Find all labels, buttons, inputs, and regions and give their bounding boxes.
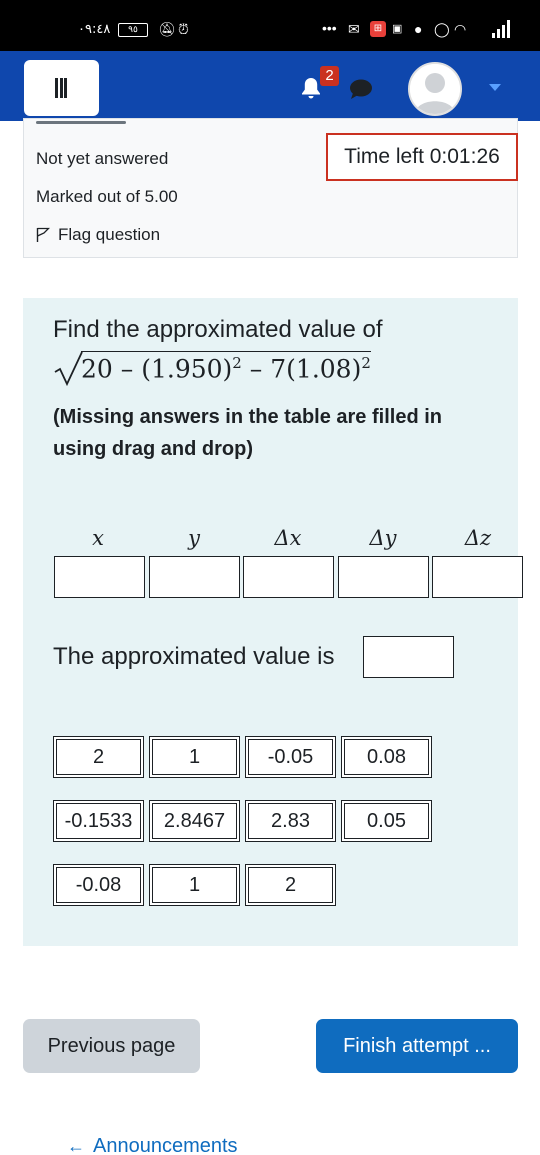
formula-exponent: 2 bbox=[232, 354, 242, 372]
drop-zone-x[interactable] bbox=[54, 556, 145, 598]
formula-term-c: 7(1.08) bbox=[270, 354, 362, 384]
formula-operator: – bbox=[120, 354, 134, 384]
drop-zone-dx[interactable] bbox=[243, 556, 334, 598]
drag-drop-instruction: (Missing answers in the table are filled… bbox=[53, 406, 442, 460]
drag-choice[interactable]: 1 bbox=[149, 736, 240, 778]
flag-question-label: Flag question bbox=[58, 225, 161, 244]
question-prompt: Find the approximated value of bbox=[53, 316, 383, 343]
header-dy: Δy bbox=[369, 526, 397, 550]
drop-zone-dz[interactable] bbox=[432, 556, 523, 598]
finish-attempt-button[interactable]: Finish attempt ... bbox=[316, 1019, 518, 1073]
facebook-icon: ● bbox=[414, 21, 423, 37]
drag-choice[interactable]: 0.08 bbox=[341, 736, 432, 778]
drag-choice[interactable]: 2 bbox=[245, 864, 336, 906]
arrow-left-icon: ← bbox=[67, 1136, 85, 1155]
whatsapp-icon: ◯ bbox=[434, 21, 450, 37]
status-time: ٠٩:٤٨ bbox=[78, 22, 111, 37]
previous-page-button[interactable]: Previous page bbox=[23, 1019, 200, 1073]
avatar[interactable] bbox=[408, 62, 462, 116]
quiz-timer: Time left 0:01:26 bbox=[326, 133, 518, 181]
top-navbar: 2 bbox=[0, 51, 540, 121]
user-icon bbox=[410, 64, 460, 114]
notification-badge: 2 bbox=[320, 66, 339, 86]
photo-icon: ▣ bbox=[392, 23, 403, 35]
flag-question-link[interactable]: Flag question bbox=[36, 225, 160, 245]
approx-label: The approximated value is bbox=[53, 643, 335, 670]
formula-expression: 20 – (1.950)2 – 7(1.08)2 bbox=[81, 351, 371, 383]
menu-icon bbox=[55, 78, 67, 98]
drag-choice[interactable]: -0.08 bbox=[53, 864, 144, 906]
drag-choice[interactable]: 2.83 bbox=[245, 800, 336, 842]
question-marks: Marked out of 5.00 bbox=[36, 187, 178, 206]
drag-choice[interactable]: 2.8467 bbox=[149, 800, 240, 842]
status-bar: ٠٩:٤٨ ٩٥ 🔕︎ ⏰︎ ••• ✉︎ ⊞ ▣ ● ◯ ◠ bbox=[0, 0, 540, 51]
formula-exponent: 2 bbox=[361, 354, 371, 372]
question-content: Find the approximated value of 20 – (1.9… bbox=[23, 298, 523, 946]
formula-term-b: (1.950) bbox=[141, 354, 233, 384]
question-number-cut bbox=[36, 119, 146, 127]
menu-button[interactable] bbox=[24, 60, 99, 116]
announcements-label: Announcements bbox=[93, 1135, 238, 1155]
formula-term-a: 20 bbox=[81, 354, 113, 384]
question-state: Not yet answered bbox=[36, 149, 169, 168]
wifi-icon: ◠ bbox=[454, 21, 467, 37]
drop-zone-y[interactable] bbox=[149, 556, 240, 598]
signal-icon bbox=[492, 20, 512, 38]
drag-choice[interactable]: 2 bbox=[53, 736, 144, 778]
drag-choice[interactable]: 1 bbox=[149, 864, 240, 906]
app-icon: ⊞ bbox=[370, 21, 386, 37]
chevron-down-icon[interactable] bbox=[489, 84, 501, 91]
drop-zone-approx-value[interactable] bbox=[363, 636, 454, 678]
battery-icon: ٩٥ bbox=[118, 23, 148, 37]
drop-zone-dy[interactable] bbox=[338, 556, 429, 598]
chat-icon[interactable] bbox=[349, 78, 373, 100]
mute-icon: 🔕︎ bbox=[158, 21, 176, 37]
header-x: x bbox=[92, 526, 104, 550]
drag-choice[interactable]: -0.1533 bbox=[53, 800, 144, 842]
header-dz: Δz bbox=[464, 526, 492, 550]
header-dx: Δx bbox=[274, 526, 302, 550]
formula-operator: – bbox=[249, 354, 263, 384]
more-icon: ••• bbox=[322, 20, 337, 36]
drag-choice[interactable]: 0.05 bbox=[341, 800, 432, 842]
announcements-link[interactable]: ← Announcements bbox=[67, 1135, 238, 1155]
drag-choice[interactable]: -0.05 bbox=[245, 736, 336, 778]
mail-icon: ✉︎ bbox=[348, 21, 360, 37]
header-y: y bbox=[188, 526, 200, 550]
alarm-icon: ⏰︎ bbox=[178, 21, 189, 37]
flag-icon bbox=[36, 227, 50, 242]
math-formula: 20 – (1.950)2 – 7(1.08)2 bbox=[53, 348, 433, 388]
